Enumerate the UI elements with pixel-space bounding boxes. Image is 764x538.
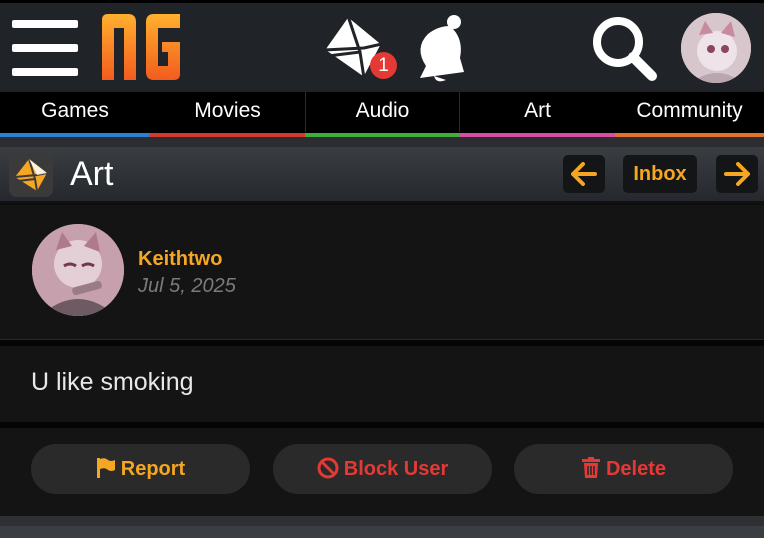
next-section-edge (0, 526, 764, 538)
nav-label: Art (524, 99, 551, 122)
trash-icon (581, 456, 600, 478)
nav-divider (459, 92, 460, 132)
nav-item-art[interactable]: Art (460, 92, 615, 137)
author-avatar[interactable] (32, 224, 124, 316)
header-edge (0, 0, 764, 3)
nav-item-movies[interactable]: Movies (150, 92, 305, 137)
nav-divider (305, 92, 306, 132)
main-nav: Games Movies Audio Art Community (0, 92, 764, 137)
prev-message-button[interactable] (563, 155, 605, 193)
post-date: Jul 5, 2025 (138, 275, 236, 297)
message-text: U like smoking (31, 368, 194, 396)
nav-label: Community (636, 99, 743, 122)
block-user-button[interactable]: Block User (273, 444, 492, 494)
post-actions: Report Block User Delete (0, 428, 764, 516)
nav-label: Audio (355, 99, 410, 122)
header-gap (0, 137, 764, 147)
post-body: U like smoking (0, 346, 764, 422)
nav-item-community[interactable]: Community (615, 92, 764, 137)
logo-text: NG (100, 12, 102, 13)
block-user-label: Block User (343, 458, 449, 480)
next-message-button[interactable] (716, 155, 758, 193)
section-title: Art (70, 155, 114, 193)
delete-label: Delete (605, 458, 667, 480)
author-name[interactable]: Keithtwo (138, 248, 222, 271)
inbox-button[interactable]: Inbox (623, 155, 697, 193)
delete-button[interactable]: Delete (514, 444, 733, 494)
top-header: NG 1 (0, 0, 764, 92)
report-button[interactable]: Report (31, 444, 250, 494)
nav-label: Movies (194, 99, 261, 122)
nav-label: Games (41, 99, 109, 122)
flag-icon (96, 457, 115, 478)
bell-icon[interactable] (404, 14, 466, 82)
nav-item-games[interactable]: Games (0, 92, 150, 137)
nav-item-audio[interactable]: Audio (305, 92, 460, 137)
post-author-block: Keithtwo Jul 5, 2025 (0, 205, 764, 340)
arrow-left-icon (571, 162, 597, 186)
section-header: Art Inbox (0, 147, 764, 203)
arrow-right-icon (724, 162, 750, 186)
notification-badge: 1 (370, 52, 397, 79)
footer-strip (0, 516, 764, 538)
art-pm-icon (9, 153, 53, 197)
menu-icon[interactable] (12, 20, 78, 76)
block-icon (317, 457, 339, 479)
report-label: Report (120, 458, 186, 480)
user-avatar[interactable] (681, 13, 751, 83)
newgrounds-logo[interactable]: NG (100, 12, 184, 82)
search-icon[interactable] (590, 14, 658, 82)
